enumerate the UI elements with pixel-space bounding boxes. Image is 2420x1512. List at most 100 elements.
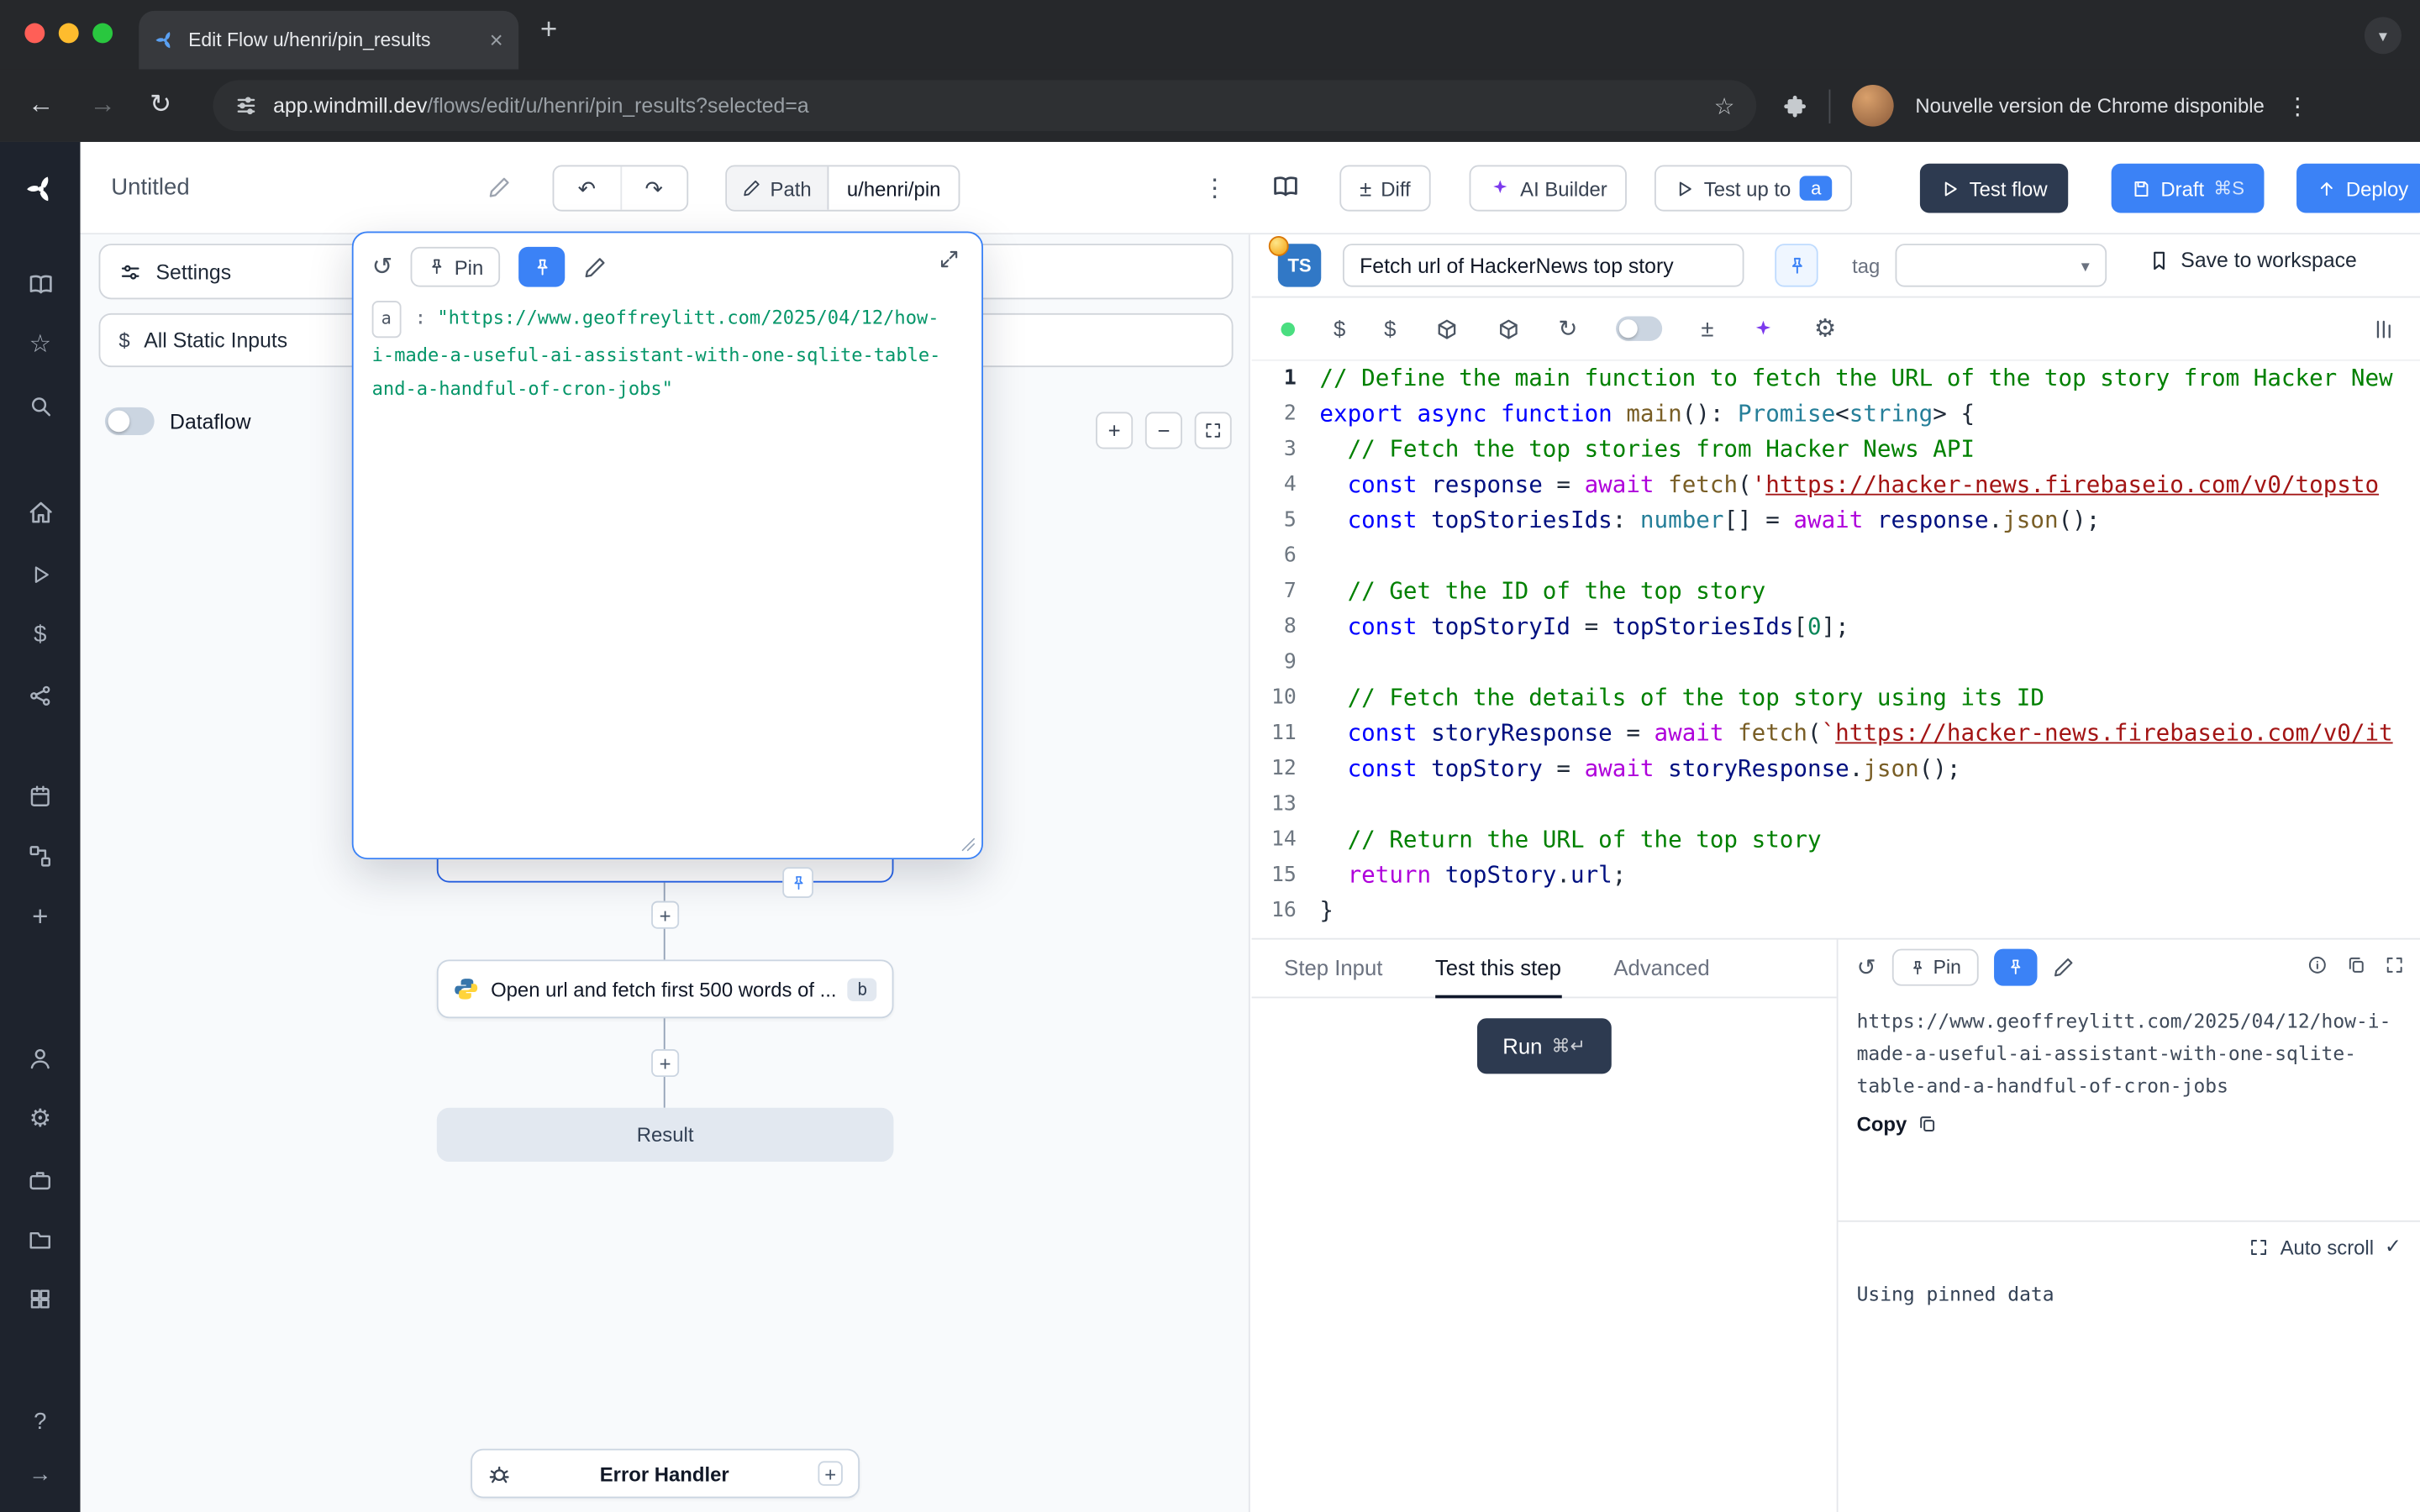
tab-step-input[interactable]: Step Input [1284, 940, 1382, 999]
redo-button[interactable]: ↷ [621, 166, 687, 209]
reload-icon[interactable]: ↻ [150, 90, 171, 121]
pinned-result-value[interactable]: https://www.geoffreylitt.com/2025/04/12/… [1857, 1005, 2401, 1102]
chrome-menu-kebab-icon[interactable]: ⋮ [2286, 92, 2310, 119]
path-input[interactable]: u/henri/pin [829, 166, 960, 209]
tab-close-icon[interactable]: × [490, 29, 503, 52]
step-summary-input[interactable]: Fetch url of HackerNews top story [1343, 244, 1744, 286]
step-pin-button[interactable] [1775, 244, 1818, 286]
sidebar-item-help[interactable]: ? [0, 1398, 81, 1444]
docs-book-icon[interactable] [1271, 173, 1299, 201]
fit-view-button[interactable] [1195, 412, 1232, 449]
add-error-handler-button[interactable]: + [818, 1461, 842, 1485]
tag-select[interactable]: ▾ [1896, 244, 2107, 286]
sidebar-item-settings[interactable]: ⚙ [0, 1095, 81, 1142]
deploy-button[interactable]: Deploy [2296, 164, 2420, 213]
expand-result-icon[interactable] [2385, 955, 2405, 975]
tab-test-this-step[interactable]: Test this step [1435, 940, 1561, 999]
resize-handle-icon[interactable] [960, 837, 975, 852]
back-icon[interactable]: ← [28, 90, 54, 121]
browser-tab[interactable]: Edit Flow u/henri/pin_results × [139, 11, 518, 70]
window-zoom-button[interactable] [92, 24, 113, 44]
profile-avatar[interactable] [1852, 85, 1894, 127]
sidebar-item-account[interactable] [0, 1035, 81, 1081]
history-icon[interactable]: ↺ [1857, 953, 1876, 981]
insert-step-button[interactable]: + [651, 1049, 679, 1077]
history-icon[interactable]: ↺ [372, 251, 393, 282]
sidebar-item-workers[interactable] [0, 1158, 81, 1204]
sidebar-item-triggers[interactable] [0, 833, 81, 879]
package-icon[interactable] [1434, 317, 1458, 340]
extensions-puzzle-icon[interactable] [1782, 93, 1807, 118]
flow-node-result[interactable]: Result [437, 1108, 894, 1162]
reset-refresh-icon[interactable]: ↻ [1558, 315, 1577, 343]
save-to-workspace-button[interactable]: Save to workspace [2149, 249, 2357, 272]
tab-search-chevron-icon[interactable]: ▾ [2365, 17, 2402, 54]
box-icon[interactable] [1497, 317, 1520, 340]
flow-node-b[interactable]: Open url and fetch first 500 words of ..… [437, 959, 894, 1018]
chrome-update-notice[interactable]: Nouvelle version de Chrome disponible [1915, 94, 2264, 118]
dataflow-toggle[interactable] [105, 407, 155, 435]
pin-toggle-button[interactable]: Pin [1891, 949, 1978, 986]
pin-active-button[interactable] [1993, 949, 2036, 986]
static-inputs-label: All Static Inputs [144, 328, 287, 352]
sidebar-item-variables[interactable]: $ [0, 611, 81, 657]
sidebar-collapse-arrow-icon[interactable]: → [0, 1451, 81, 1497]
sidebar-item-apps-grid[interactable] [0, 1276, 81, 1322]
new-tab-button[interactable]: + [540, 14, 557, 48]
pinned-arg-json[interactable]: a : "https://www.geoffreylitt.com/2025/0… [372, 301, 960, 406]
run-button[interactable]: Run ⌘↵ [1476, 1018, 1612, 1074]
forward-icon[interactable]: → [90, 90, 116, 121]
sidebar-item-folders[interactable] [0, 1217, 81, 1263]
pin-icon [429, 258, 447, 276]
ai-wand-icon[interactable] [1752, 317, 1776, 340]
sidebar-item-runs[interactable] [0, 551, 81, 597]
editor-settings-gear-icon[interactable]: ⚙ [1814, 313, 1836, 344]
sidebar-item-resources[interactable] [0, 673, 81, 719]
library-panel-icon[interactable] [2372, 317, 2396, 340]
sidebar-item-schedules[interactable] [0, 773, 81, 819]
sidebar-item-search[interactable] [0, 383, 81, 429]
variables-dollar-icon[interactable]: $ [1334, 317, 1345, 341]
expand-popup-icon[interactable] [939, 249, 960, 270]
url-text[interactable]: app.windmill.dev/flows/edit/u/henri/pin_… [273, 94, 1698, 118]
copy-result-icon[interactable] [2346, 955, 2366, 975]
site-settings-icon[interactable] [234, 94, 258, 118]
editor-toggle[interactable] [1616, 317, 1662, 341]
sidebar-item-favorites[interactable]: ☆ [0, 321, 81, 367]
bookmark-star-icon[interactable]: ☆ [1714, 92, 1735, 119]
diff-button[interactable]: ±Diff [1339, 165, 1430, 212]
more-options-kebab-icon[interactable]: ⋮ [1202, 173, 1227, 204]
flow-title[interactable]: Untitled [111, 175, 189, 201]
code-editor[interactable]: 1// Define the main function to fetch th… [1252, 361, 2420, 938]
draft-button[interactable]: Draft⌘S [2112, 164, 2265, 213]
code-line: 7 // Get the ID of the top story [1252, 574, 2420, 609]
copy-button[interactable]: Copy [1857, 1112, 1937, 1136]
edit-pencil-icon[interactable] [584, 255, 608, 279]
test-flow-button[interactable]: Test flow [1920, 164, 2068, 213]
sidebar-item-add[interactable]: + [0, 893, 81, 939]
window-close-button[interactable] [24, 24, 45, 44]
tab-advanced[interactable]: Advanced [1613, 940, 1709, 999]
pin-active-button[interactable] [519, 247, 566, 287]
info-icon[interactable] [2307, 955, 2328, 975]
resources-dollar-icon[interactable]: $ [1384, 317, 1396, 341]
pin-toggle-button[interactable]: Pin [411, 247, 500, 287]
edit-pencil-icon[interactable] [2052, 957, 2074, 979]
zoom-out-button[interactable]: − [1145, 412, 1182, 449]
diff-mode-icon[interactable]: ± [1701, 316, 1713, 342]
undo-button[interactable]: ↶ [554, 166, 621, 209]
sidebar-item-docs[interactable] [0, 260, 81, 307]
auto-scroll-control[interactable]: Auto scroll ✓ [1839, 1222, 2402, 1272]
test-up-to-button[interactable]: Test up toa [1655, 165, 1852, 212]
windmill-logo-icon[interactable] [0, 165, 81, 212]
error-handler-node[interactable]: Error Handler + [471, 1449, 860, 1499]
insert-step-button[interactable]: + [651, 901, 679, 929]
edit-title-pencil-icon[interactable] [487, 176, 511, 199]
ai-builder-button[interactable]: AI Builder [1470, 165, 1628, 212]
node-pin-indicator[interactable] [782, 867, 813, 898]
zoom-in-button[interactable]: + [1096, 412, 1133, 449]
omnibox[interactable]: app.windmill.dev/flows/edit/u/henri/pin_… [213, 81, 1756, 132]
window-minimize-button[interactable] [59, 24, 79, 44]
path-button[interactable]: Path [727, 166, 829, 209]
sidebar-item-home[interactable] [0, 489, 81, 535]
